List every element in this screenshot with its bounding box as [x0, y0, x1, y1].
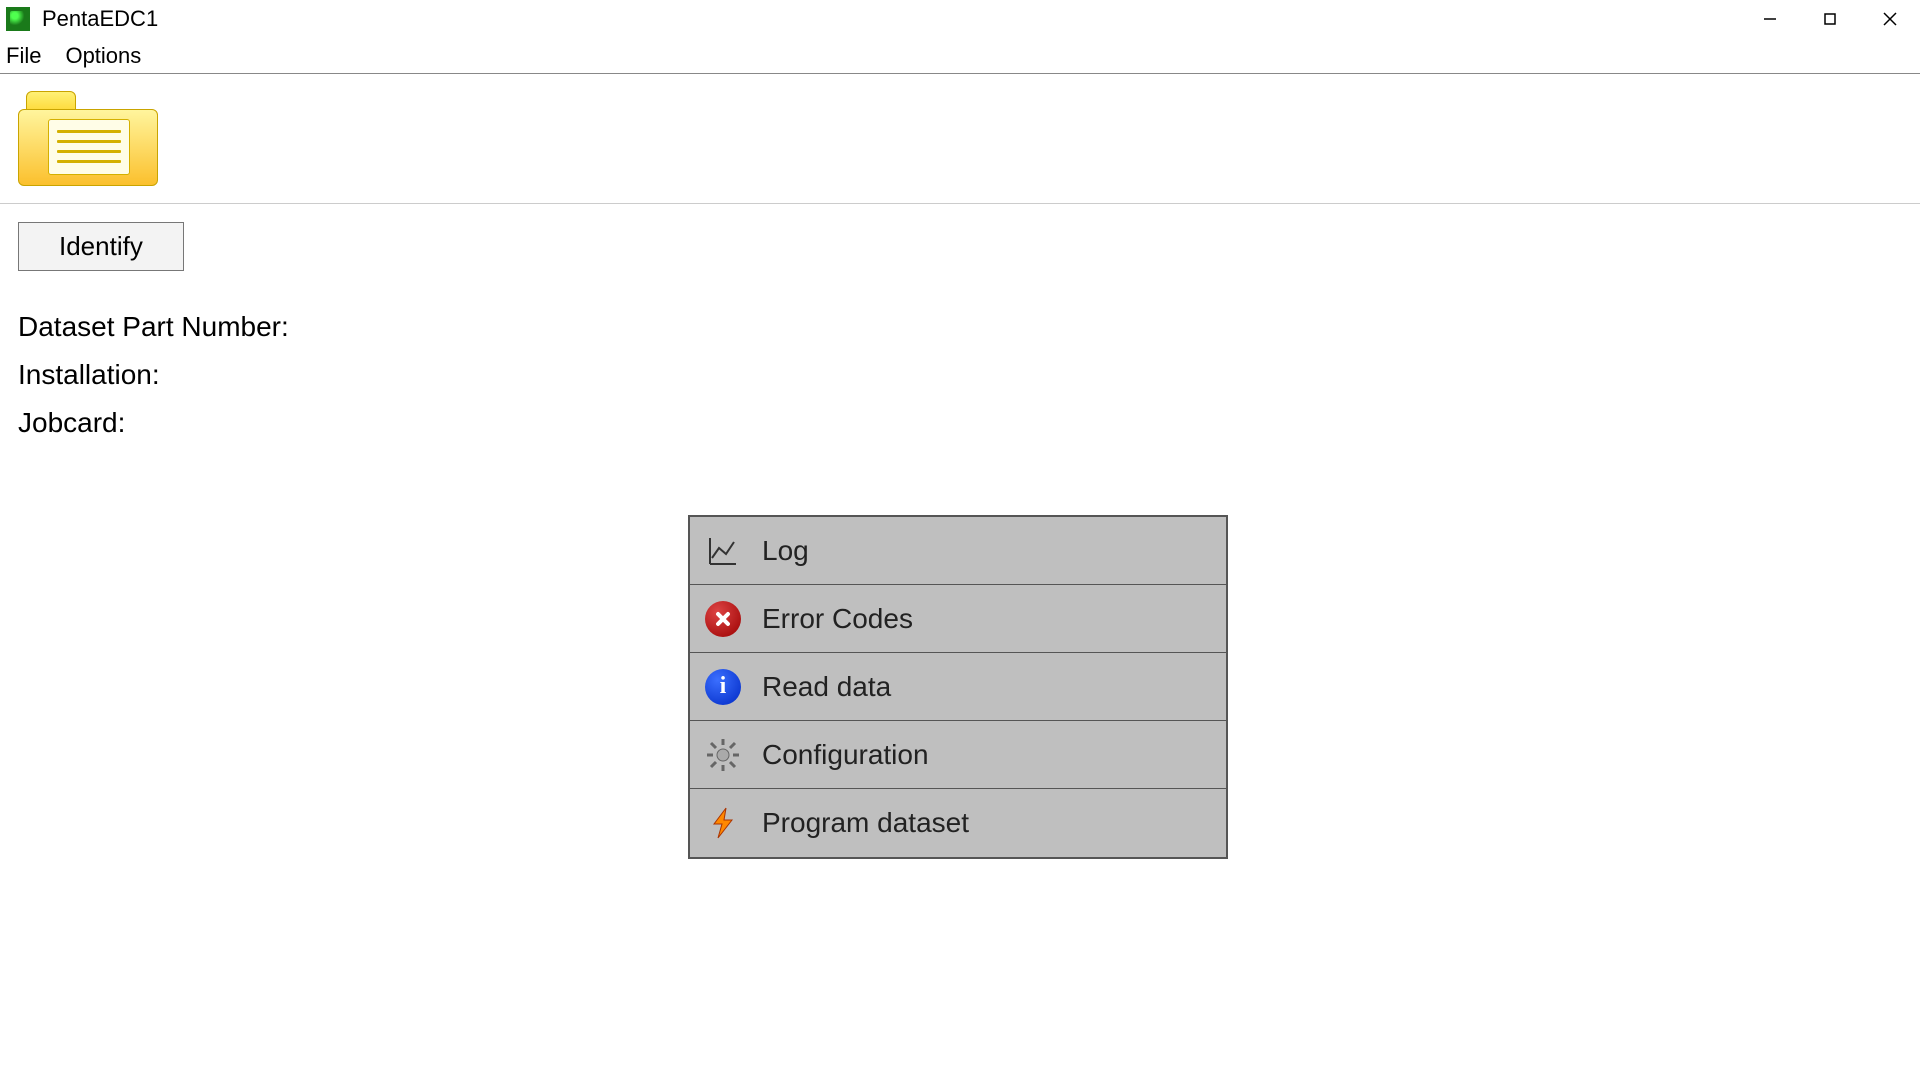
window-controls [1740, 0, 1920, 38]
gear-icon [704, 736, 742, 774]
action-configuration[interactable]: Configuration [690, 721, 1226, 789]
action-log[interactable]: Log [690, 517, 1226, 585]
action-program-dataset-label: Program dataset [762, 807, 969, 839]
action-read-data-label: Read data [762, 671, 891, 703]
action-log-label: Log [762, 535, 809, 567]
maximize-icon [1823, 12, 1837, 26]
info-icon: i [704, 668, 742, 706]
menu-options[interactable]: Options [65, 43, 141, 69]
close-button[interactable] [1860, 0, 1920, 38]
error-icon [704, 600, 742, 638]
menubar: File Options [0, 38, 1920, 74]
action-error-codes[interactable]: Error Codes [690, 585, 1226, 653]
toolbar [0, 74, 1920, 204]
bolt-icon [704, 804, 742, 842]
minimize-icon [1762, 11, 1778, 27]
action-program-dataset[interactable]: Program dataset [690, 789, 1226, 857]
identify-button[interactable]: Identify [18, 222, 184, 271]
minimize-button[interactable] [1740, 0, 1800, 38]
window-title: PentaEDC1 [42, 6, 158, 32]
open-folder-button[interactable] [18, 91, 158, 186]
close-icon [1882, 11, 1898, 27]
log-icon [704, 532, 742, 570]
jobcard-label: Jobcard: [18, 407, 1902, 439]
app-icon [6, 7, 30, 31]
folder-paper-icon [48, 119, 130, 175]
action-error-codes-label: Error Codes [762, 603, 913, 635]
menu-file[interactable]: File [6, 43, 41, 69]
action-read-data[interactable]: i Read data [690, 653, 1226, 721]
action-menu: Log Error Codes i Read data [688, 515, 1228, 859]
maximize-button[interactable] [1800, 0, 1860, 38]
dataset-part-number-label: Dataset Part Number: [18, 311, 1902, 343]
installation-label: Installation: [18, 359, 1902, 391]
action-configuration-label: Configuration [762, 739, 929, 771]
titlebar: PentaEDC1 [0, 0, 1920, 38]
content-area: Identify Dataset Part Number: Installati… [0, 204, 1920, 473]
